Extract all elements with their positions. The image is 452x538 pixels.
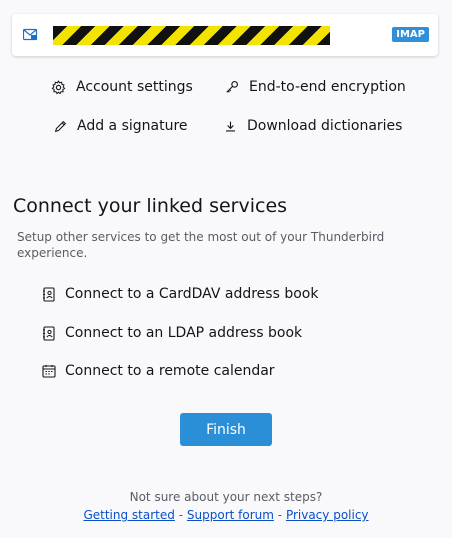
- separator: -: [178, 508, 184, 522]
- add-signature-label: Add a signature: [77, 118, 188, 134]
- download-dictionaries-link[interactable]: Download dictionaries: [224, 118, 402, 134]
- address-book-icon: [43, 325, 55, 341]
- linked-services-description: Setup other services to get the most out…: [17, 230, 385, 260]
- download-icon: [226, 121, 235, 132]
- redacted-account-name: [53, 26, 330, 45]
- separator: -: [277, 508, 283, 522]
- pencil-icon: [54, 120, 67, 132]
- linked-services-title: Connect your linked services: [13, 195, 288, 217]
- account-setup-complete-page: IMAP Account settings End-to-end encrypt…: [0, 0, 452, 538]
- footer-links: Getting started - Support forum - Privac…: [0, 508, 452, 522]
- connect-remote-calendar-label: Connect to a remote calendar: [65, 363, 275, 379]
- add-signature-link[interactable]: Add a signature: [54, 118, 188, 134]
- gear-icon: [51, 79, 66, 94]
- imap-badge: IMAP: [392, 27, 429, 42]
- privacy-policy-link[interactable]: Privacy policy: [286, 508, 369, 522]
- end-to-end-encryption-link[interactable]: End-to-end encryption: [225, 79, 406, 95]
- next-steps-prompt: Not sure about your next steps?: [129, 490, 323, 504]
- key-icon: [226, 81, 238, 93]
- support-forum-link[interactable]: Support forum: [187, 508, 274, 522]
- connect-carddav-label: Connect to a CardDAV address book: [65, 286, 319, 302]
- account-settings-label: Account settings: [76, 79, 193, 95]
- connect-ldap-label: Connect to an LDAP address book: [65, 325, 303, 341]
- calendar-icon: [42, 365, 56, 378]
- connect-ldap-link[interactable]: Connect to an LDAP address book: [42, 325, 302, 341]
- connect-remote-calendar-link[interactable]: Connect to a remote calendar: [42, 363, 275, 379]
- mail-account-icon: [23, 28, 38, 41]
- connect-carddav-link[interactable]: Connect to a CardDAV address book: [42, 286, 318, 302]
- address-book-icon: [43, 286, 55, 302]
- getting-started-link[interactable]: Getting started: [83, 508, 174, 522]
- account-card: IMAP: [12, 14, 438, 56]
- end-to-end-encryption-label: End-to-end encryption: [249, 79, 406, 95]
- download-dictionaries-label: Download dictionaries: [247, 118, 403, 134]
- finish-button[interactable]: Finish: [180, 413, 272, 446]
- account-settings-link[interactable]: Account settings: [51, 79, 193, 95]
